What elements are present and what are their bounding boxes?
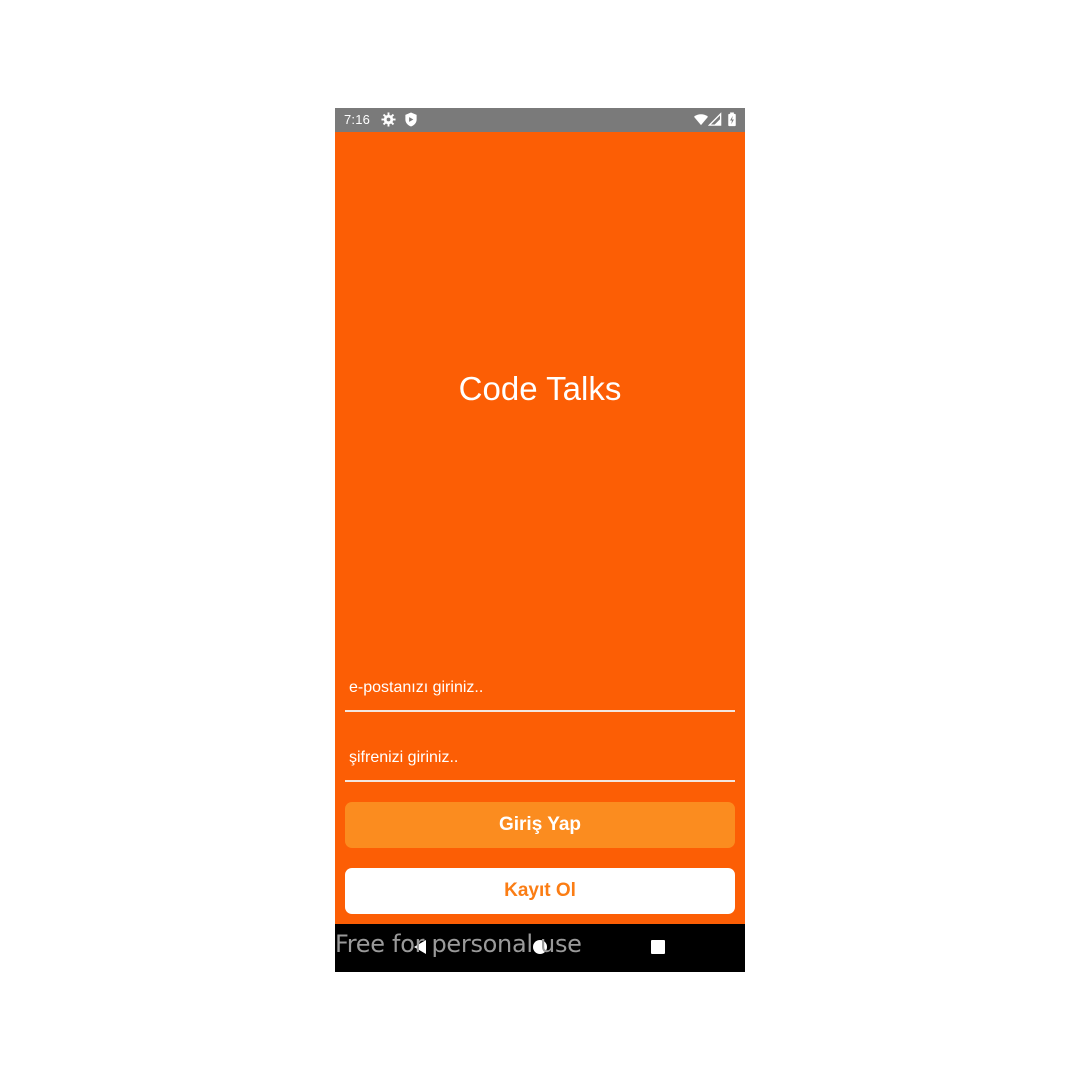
- email-field: [345, 670, 735, 712]
- battery-icon: [727, 112, 743, 128]
- email-input[interactable]: [345, 670, 729, 706]
- status-bar: 7:16: [335, 108, 745, 132]
- signal-icon: [708, 112, 724, 128]
- back-icon[interactable]: [411, 938, 431, 958]
- shield-icon: [404, 112, 420, 128]
- recents-icon[interactable]: [649, 938, 669, 958]
- password-input[interactable]: [345, 740, 729, 776]
- register-button[interactable]: Kayıt Ol: [345, 868, 735, 914]
- wifi-icon: [693, 112, 709, 128]
- password-field: [345, 740, 735, 782]
- login-button[interactable]: Giriş Yap: [345, 802, 735, 848]
- status-time: 7:16: [344, 112, 371, 127]
- app-title: Code Talks: [458, 370, 622, 407]
- home-icon[interactable]: [531, 938, 551, 958]
- gear-icon: [381, 112, 397, 128]
- navigation-bar: [335, 924, 745, 972]
- phone-screen: 7:16 Code Talks e-postanızı giriniz.. Gi…: [335, 108, 745, 972]
